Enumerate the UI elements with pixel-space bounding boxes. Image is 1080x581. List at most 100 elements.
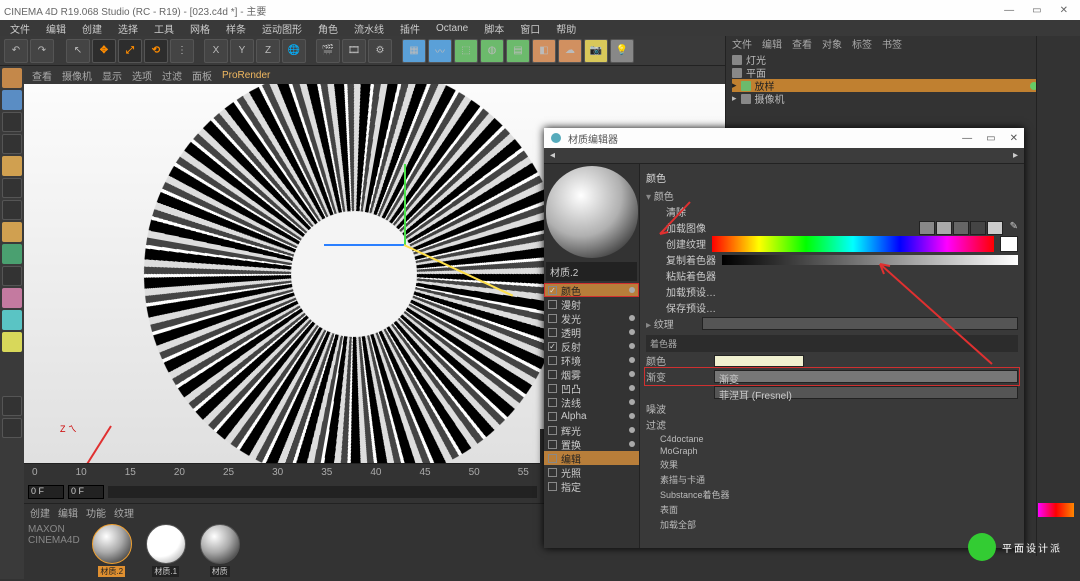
menu-help[interactable]: 帮助 (554, 21, 578, 36)
rotate-button[interactable]: ⟲ (144, 39, 168, 63)
load-preset-link[interactable]: 加载预设… (666, 284, 716, 299)
close-icon[interactable]: ✕ (1060, 5, 1068, 16)
channel-checkbox[interactable] (548, 300, 557, 309)
save-preset-link[interactable]: 保存预设… (666, 300, 716, 315)
om-tab-view[interactable]: 查看 (792, 36, 812, 51)
move-button[interactable]: ✥ (92, 39, 116, 63)
shader-cat-C4doctane[interactable]: C4doctane (646, 433, 1018, 445)
array-button[interactable]: ▤ (506, 39, 530, 63)
mat-tab-func[interactable]: 功能 (86, 505, 106, 520)
vp-tab-options[interactable]: 选项 (132, 68, 152, 83)
swatch[interactable] (970, 221, 986, 235)
material-preview-sphere[interactable] (546, 166, 638, 258)
recent-tool-button[interactable]: ⋮ (170, 39, 194, 63)
color-chip[interactable] (714, 355, 804, 367)
mat-tab-edit[interactable]: 编辑 (58, 505, 78, 520)
channel-checkbox[interactable] (548, 426, 557, 435)
time-slider[interactable] (108, 486, 537, 498)
mat-tab-create[interactable]: 创建 (30, 505, 50, 520)
menu-spline[interactable]: 样条 (224, 21, 248, 36)
channel-Alpha[interactable]: Alpha (544, 409, 639, 423)
undo-button[interactable]: ↶ (4, 39, 28, 63)
vp-tab-camera[interactable]: 摄像机 (62, 68, 92, 83)
material-editor-titlebar[interactable]: 材质编辑器 — ▭ ✕ (544, 128, 1024, 148)
channel-checkbox[interactable] (548, 412, 557, 421)
subdiv-button[interactable]: ◍ (480, 39, 504, 63)
scale-button[interactable]: ⤢ (118, 39, 142, 63)
start-frame-field[interactable]: 0 F (28, 485, 64, 499)
tweak-icon[interactable] (2, 266, 22, 286)
channel-编辑[interactable]: 编辑 (544, 451, 639, 465)
object-row-light[interactable]: 灯光 (732, 53, 1074, 66)
redo-button[interactable]: ↷ (30, 39, 54, 63)
create-tex-link[interactable]: 创建纹理 (666, 236, 706, 251)
channel-反射[interactable]: 反射 (544, 339, 639, 353)
edge-mode-icon[interactable] (2, 134, 22, 154)
menu-mesh[interactable]: 网格 (188, 21, 212, 36)
axis-mode-icon[interactable] (2, 178, 22, 198)
vp-tab-display[interactable]: 显示 (102, 68, 122, 83)
y-axis-button[interactable]: Y (230, 39, 254, 63)
menu-plugins[interactable]: 插件 (398, 21, 422, 36)
color-shader[interactable]: 颜色 (646, 353, 708, 368)
world-axis-button[interactable]: 🌐 (282, 39, 306, 63)
paste-shader-link[interactable]: 粘贴着色器 (666, 268, 716, 283)
channel-checkbox[interactable] (548, 314, 557, 323)
s-icon[interactable] (2, 332, 22, 352)
blend-mode-select[interactable]: 菲涅耳 (Fresnel) (714, 386, 1018, 399)
texture-mode-icon[interactable] (2, 90, 22, 110)
channel-透明[interactable]: 透明 (544, 325, 639, 339)
menu-character[interactable]: 角色 (316, 21, 340, 36)
render-view-button[interactable]: 🎬 (316, 39, 340, 63)
channel-checkbox[interactable] (548, 328, 557, 337)
render-pv-button[interactable]: 🎞 (342, 39, 366, 63)
copy-shader-link[interactable]: 复制着色器 (666, 252, 716, 267)
y-axis-gizmo[interactable] (404, 164, 406, 246)
channel-checkbox[interactable] (548, 370, 557, 379)
menu-edit[interactable]: 编辑 (44, 21, 68, 36)
material-thumb-2[interactable]: 材质 (196, 524, 244, 577)
channel-发光[interactable]: 发光 (544, 311, 639, 325)
shader-cat-素描与卡通[interactable]: 素描与卡通 (646, 472, 1018, 487)
swatch[interactable] (987, 221, 1003, 235)
uv-mode-icon[interactable] (2, 222, 22, 242)
me-maximize-icon[interactable]: ▭ (986, 133, 995, 144)
shader-cat-加载全部[interactable]: 加载全部 (646, 517, 1018, 532)
gradient-shader[interactable]: 渐变 (646, 369, 708, 384)
noise-shader[interactable]: 噪波 (646, 401, 708, 416)
animate-mode-icon[interactable] (2, 244, 22, 264)
me-close-icon[interactable]: ✕ (1010, 133, 1018, 144)
om-tab-obj[interactable]: 对象 (822, 36, 842, 51)
extra1-icon[interactable] (2, 396, 22, 416)
channel-烟雾[interactable]: 烟雾 (544, 367, 639, 381)
tex-label[interactable]: 纹理 (646, 316, 696, 331)
channel-置换[interactable]: 置换 (544, 437, 639, 451)
camera-button[interactable]: 📷 (584, 39, 608, 63)
om-tab-file[interactable]: 文件 (732, 36, 752, 51)
menu-script[interactable]: 脚本 (482, 21, 506, 36)
hue-strip[interactable] (712, 236, 994, 252)
current-frame-field[interactable]: 0 F (68, 485, 104, 499)
channel-辉光[interactable]: 辉光 (544, 423, 639, 437)
channel-checkbox[interactable] (548, 482, 557, 491)
channel-checkbox[interactable] (548, 454, 557, 463)
eyedropper-icon[interactable]: ✎ (1010, 221, 1018, 235)
object-row-plane[interactable]: 平面 (732, 66, 1074, 79)
workplane-icon[interactable] (2, 112, 22, 132)
me-back-button[interactable]: ◂ (550, 150, 555, 161)
x-axis-button[interactable]: X (204, 39, 228, 63)
point-mode-icon[interactable] (2, 200, 22, 220)
menu-file[interactable]: 文件 (8, 21, 32, 36)
light-button[interactable]: 💡 (610, 39, 634, 63)
menu-select[interactable]: 选择 (116, 21, 140, 36)
material-name-field[interactable]: 材质.2 (546, 262, 637, 281)
me-fwd-button[interactable]: ▸ (1013, 150, 1018, 161)
menu-pipeline[interactable]: 流水线 (352, 21, 386, 36)
vp-tab-view[interactable]: 查看 (32, 68, 52, 83)
live-select-button[interactable]: ↖ (66, 39, 90, 63)
filter-shader[interactable]: 过滤 (646, 417, 708, 432)
cube-primitive-button[interactable]: ▦ (402, 39, 426, 63)
vp-tab-prorender[interactable]: ProRender (222, 70, 270, 81)
quantize-icon[interactable] (2, 310, 22, 330)
channel-环境[interactable]: 环境 (544, 353, 639, 367)
